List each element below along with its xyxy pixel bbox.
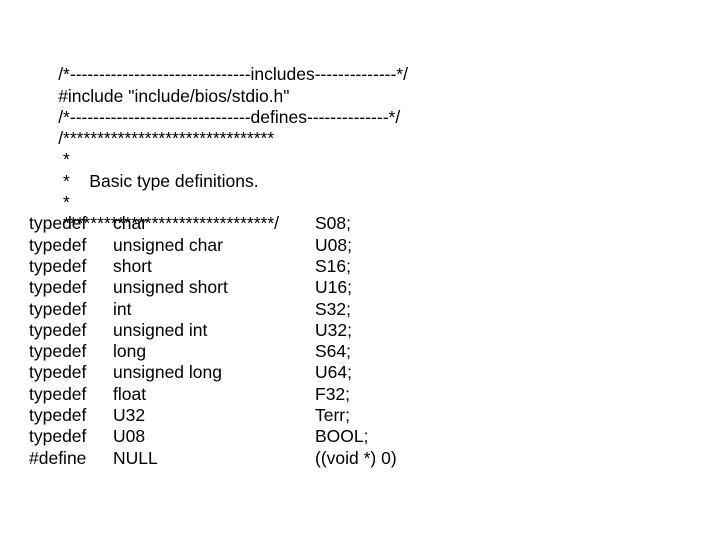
declaration-base-type: float — [113, 383, 147, 404]
declaration-keyword: #define — [29, 447, 87, 468]
declaration-base-type: unsigned int — [113, 319, 208, 340]
declaration-keyword: typedef — [29, 405, 87, 426]
declaration-row: typedef short S16; — [29, 256, 709, 277]
declaration-row: typedef U32 Terr; — [29, 405, 709, 426]
declaration-keyword: typedef — [29, 234, 87, 255]
declaration-alias: ((void *) 0) — [315, 447, 397, 468]
comment-block-close: *******************************/ — [29, 192, 709, 233]
declaration-base-type: int — [113, 298, 132, 319]
declaration-alias: U32; — [315, 319, 352, 340]
comment-block-title: * Basic type definitions. — [29, 149, 709, 191]
declaration-keyword: typedef — [29, 383, 87, 404]
declaration-base-type: char — [113, 213, 148, 234]
includes-banner-comment: /*-------------------------------include… — [29, 43, 709, 84]
declaration-keyword: typedef — [29, 298, 87, 319]
declaration-list: typedef char S08; typedef unsigned char U08; t… — [29, 213, 709, 469]
declaration-base-type: unsigned char — [113, 234, 223, 255]
declaration-keyword: typedef — [29, 426, 87, 447]
declaration-alias: F32; — [315, 383, 351, 404]
comment-block-blank-bottom-text: * — [58, 192, 70, 213]
declaration-row: typedef int S32; — [29, 299, 709, 320]
declaration-alias: U08; — [315, 234, 352, 255]
declaration-keyword: typedef — [29, 277, 87, 298]
declaration-base-type: unsigned long — [113, 362, 222, 383]
declaration-base-type: NULL — [113, 447, 158, 468]
declaration-alias: U16; — [315, 277, 352, 298]
declaration-base-type: U08 — [113, 426, 146, 447]
declaration-row: typedef U08 BOOL; — [29, 426, 709, 447]
declaration-row: #define NULL ((void *) 0) — [29, 448, 709, 469]
declaration-keyword: typedef — [29, 213, 87, 234]
declaration-alias: S64; — [315, 341, 351, 362]
comment-block-open-text: /******************************* — [58, 128, 275, 149]
include-directive-text: #include "include/bios/stdio.h" — [58, 85, 290, 106]
code-listing: /*-------------------------------include… — [29, 43, 709, 469]
declaration-alias: S16; — [315, 255, 351, 276]
defines-banner-text: /*-------------------------------defines… — [58, 106, 401, 127]
slide-canvas: /*-------------------------------include… — [0, 0, 720, 540]
declaration-row: typedef unsigned int U32; — [29, 320, 709, 341]
declaration-base-type: short — [113, 255, 152, 276]
declaration-row: typedef unsigned short U16; — [29, 277, 709, 298]
declaration-alias: U64; — [315, 362, 352, 383]
declaration-base-type: long — [113, 341, 147, 362]
declaration-keyword: typedef — [29, 362, 87, 383]
declaration-alias: S32; — [315, 298, 351, 319]
comment-block-blank-top-text: * — [58, 149, 70, 170]
declaration-keyword: typedef — [29, 255, 87, 276]
includes-banner-text: /*-------------------------------include… — [58, 64, 408, 85]
declaration-base-type: unsigned short — [113, 277, 228, 298]
declaration-base-type: U32 — [113, 405, 146, 426]
declaration-keyword: typedef — [29, 341, 87, 362]
declaration-alias: BOOL; — [315, 426, 369, 447]
comment-block-title-text: * Basic type definitions. — [58, 170, 259, 191]
declaration-alias: Terr; — [315, 405, 350, 426]
declaration-alias: S08; — [315, 213, 351, 234]
declaration-row: typedef float F32; — [29, 384, 709, 405]
declaration-row: typedef char S08; — [29, 213, 709, 234]
declaration-row: typedef unsigned char U08; — [29, 235, 709, 256]
declaration-row: typedef long S64; — [29, 341, 709, 362]
declaration-row: typedef unsigned long U64; — [29, 362, 709, 383]
declaration-keyword: typedef — [29, 319, 87, 340]
